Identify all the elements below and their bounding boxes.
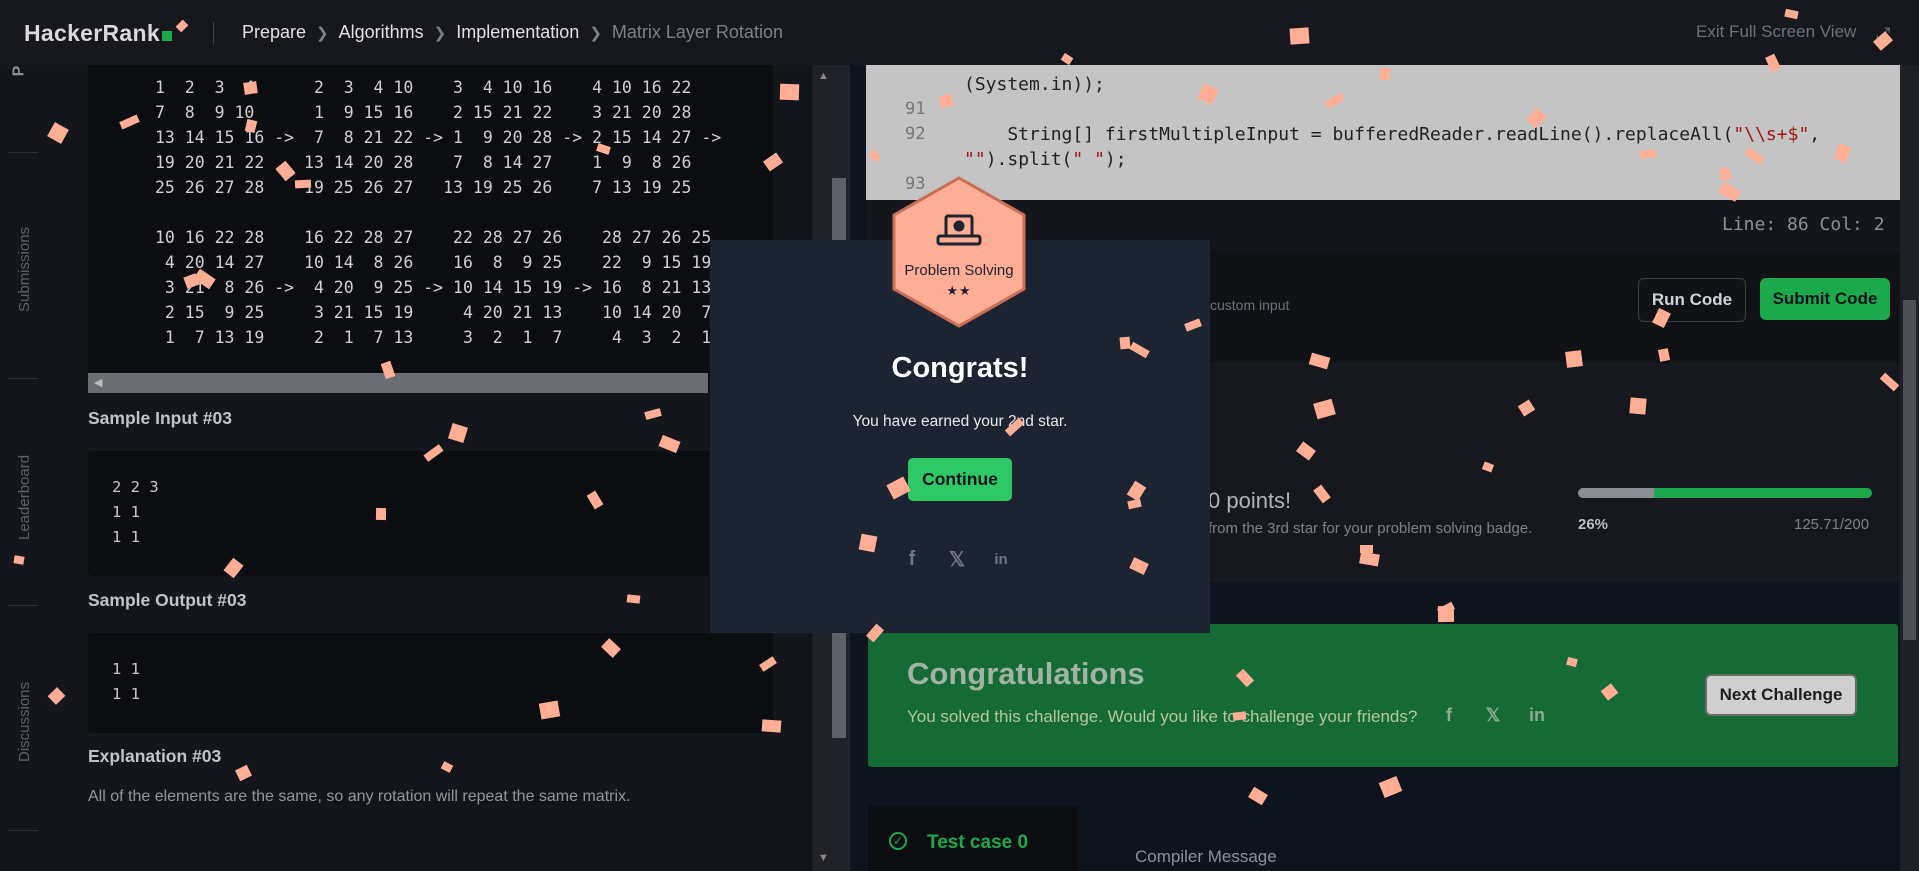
divider bbox=[213, 22, 214, 44]
success-title: Congratulations bbox=[907, 656, 1145, 691]
divider bbox=[8, 152, 38, 153]
chevron-right-icon: ❯ bbox=[589, 24, 602, 42]
progress-percent: 26% bbox=[1578, 516, 1609, 533]
cursor-position: Line: 86 Col: 2 bbox=[1722, 214, 1885, 235]
tab-submissions-label: Submissions bbox=[16, 226, 33, 312]
test-case-tab[interactable]: Test case 0 bbox=[927, 832, 1028, 854]
logo-mark-icon bbox=[161, 31, 172, 41]
scroll-up-icon[interactable]: ▲ bbox=[818, 70, 829, 82]
points-subtext: from the 3rd star for your problem solvi… bbox=[1208, 520, 1533, 537]
tab-discussions-label: Discussions bbox=[16, 681, 33, 762]
success-text: You solved this challenge. Would you lik… bbox=[907, 707, 1418, 726]
badge-title: Problem Solving bbox=[904, 262, 1014, 279]
points-text: 0 points! bbox=[1208, 488, 1292, 513]
chevron-right-icon: ❯ bbox=[316, 24, 329, 42]
confetti-piece bbox=[1378, 776, 1403, 798]
modal-message: You have earned your 2nd star. bbox=[852, 413, 1068, 430]
code-text: ); bbox=[1104, 149, 1127, 170]
matrix-example-text: 1 2 3 4 2 3 4 10 3 4 10 16 4 10 16 22 7 … bbox=[155, 78, 722, 347]
check-icon: ✓ bbox=[889, 832, 907, 850]
scroll-down-icon[interactable]: ▼ bbox=[818, 852, 829, 864]
facebook-icon[interactable]: f bbox=[900, 547, 924, 571]
breadcrumb-algorithms[interactable]: Algorithms bbox=[339, 22, 424, 43]
breadcrumb-implementation[interactable]: Implementation bbox=[456, 22, 579, 43]
badge-stars: ★★ bbox=[946, 283, 972, 298]
code-string: "\\s+$" bbox=[1733, 124, 1810, 145]
line-number: 91 bbox=[905, 99, 926, 119]
sample-input-block bbox=[88, 451, 773, 576]
sample-output-title: Sample Output #03 bbox=[88, 590, 247, 610]
twitter-icon[interactable]: 𝕏 bbox=[1482, 704, 1504, 726]
horizontal-scrollbar[interactable] bbox=[88, 373, 708, 393]
code-text: String[] firstMultipleInput = bufferedRe… bbox=[964, 124, 1734, 145]
run-code-button[interactable]: Run Code bbox=[1638, 278, 1746, 322]
confetti-piece bbox=[1437, 605, 1455, 623]
submit-code-button[interactable]: Submit Code bbox=[1760, 278, 1890, 320]
compiler-message-label: Compiler Message bbox=[1135, 847, 1277, 866]
code-text: , bbox=[1809, 124, 1821, 145]
confetti-piece bbox=[1437, 601, 1455, 617]
twitter-icon[interactable]: 𝕏 bbox=[945, 547, 969, 571]
exit-fullscreen-link[interactable]: Exit Full Screen View bbox=[1696, 22, 1856, 42]
facebook-icon[interactable]: f bbox=[1438, 704, 1460, 726]
custom-input-label[interactable]: custom input bbox=[1210, 297, 1289, 313]
exit-fullscreen-icon[interactable]: ⤢ bbox=[1876, 24, 1890, 45]
right-scroll-thumb[interactable] bbox=[1903, 300, 1916, 640]
code-line: "").split(" "); bbox=[964, 149, 1127, 170]
divider bbox=[8, 605, 38, 606]
confetti-piece bbox=[1248, 786, 1268, 806]
breadcrumb-current: Matrix Layer Rotation bbox=[611, 22, 783, 42]
code-line: String[] firstMultipleInput = bufferedRe… bbox=[964, 124, 1820, 145]
code-text: ).split( bbox=[985, 149, 1073, 170]
problem-solving-badge bbox=[892, 176, 1026, 328]
chevron-right-icon: ❯ bbox=[433, 24, 447, 42]
sample-input-line: 1 1 bbox=[112, 503, 140, 521]
progress-score: 125.71/200 bbox=[1794, 516, 1870, 533]
explanation-text: All of the elements are the same, so any… bbox=[88, 788, 631, 805]
badge-progress-bar bbox=[1578, 488, 1872, 498]
code-line: (System.in)); bbox=[964, 74, 1105, 95]
divider bbox=[8, 830, 38, 831]
hackerrank-logo[interactable]: HackerRank bbox=[24, 20, 172, 47]
sample-output-line: 1 1 bbox=[112, 660, 140, 678]
next-challenge-button[interactable]: Next Challenge bbox=[1705, 674, 1857, 716]
modal-title: Congrats! bbox=[891, 352, 1029, 384]
sample-output-line: 1 1 bbox=[112, 685, 140, 703]
tab-leaderboard-label: Leaderboard bbox=[16, 454, 33, 540]
sample-input-line: 1 1 bbox=[112, 528, 140, 546]
code-string: "" bbox=[964, 149, 986, 170]
explanation-title: Explanation #03 bbox=[88, 746, 222, 766]
sample-input-title: Sample Input #03 bbox=[88, 408, 232, 428]
progress-fill bbox=[1578, 488, 1655, 498]
linkedin-icon[interactable]: in bbox=[989, 547, 1013, 571]
linkedin-icon[interactable]: in bbox=[1526, 704, 1548, 726]
continue-button[interactable]: Continue bbox=[908, 458, 1012, 501]
breadcrumb-prepare[interactable]: Prepare bbox=[242, 22, 306, 43]
rail-problem-tab[interactable]: P bbox=[10, 66, 28, 77]
breadcrumb: Prepare ❯ Algorithms ❯ Implementation ❯ … bbox=[242, 22, 783, 43]
sample-input-line: 2 2 3 bbox=[112, 478, 159, 496]
line-number: 92 bbox=[905, 124, 926, 144]
code-string: " " bbox=[1072, 149, 1105, 170]
scroll-left-icon[interactable]: ◀ bbox=[94, 376, 102, 389]
sample-output-block bbox=[88, 633, 773, 733]
divider bbox=[8, 378, 38, 379]
